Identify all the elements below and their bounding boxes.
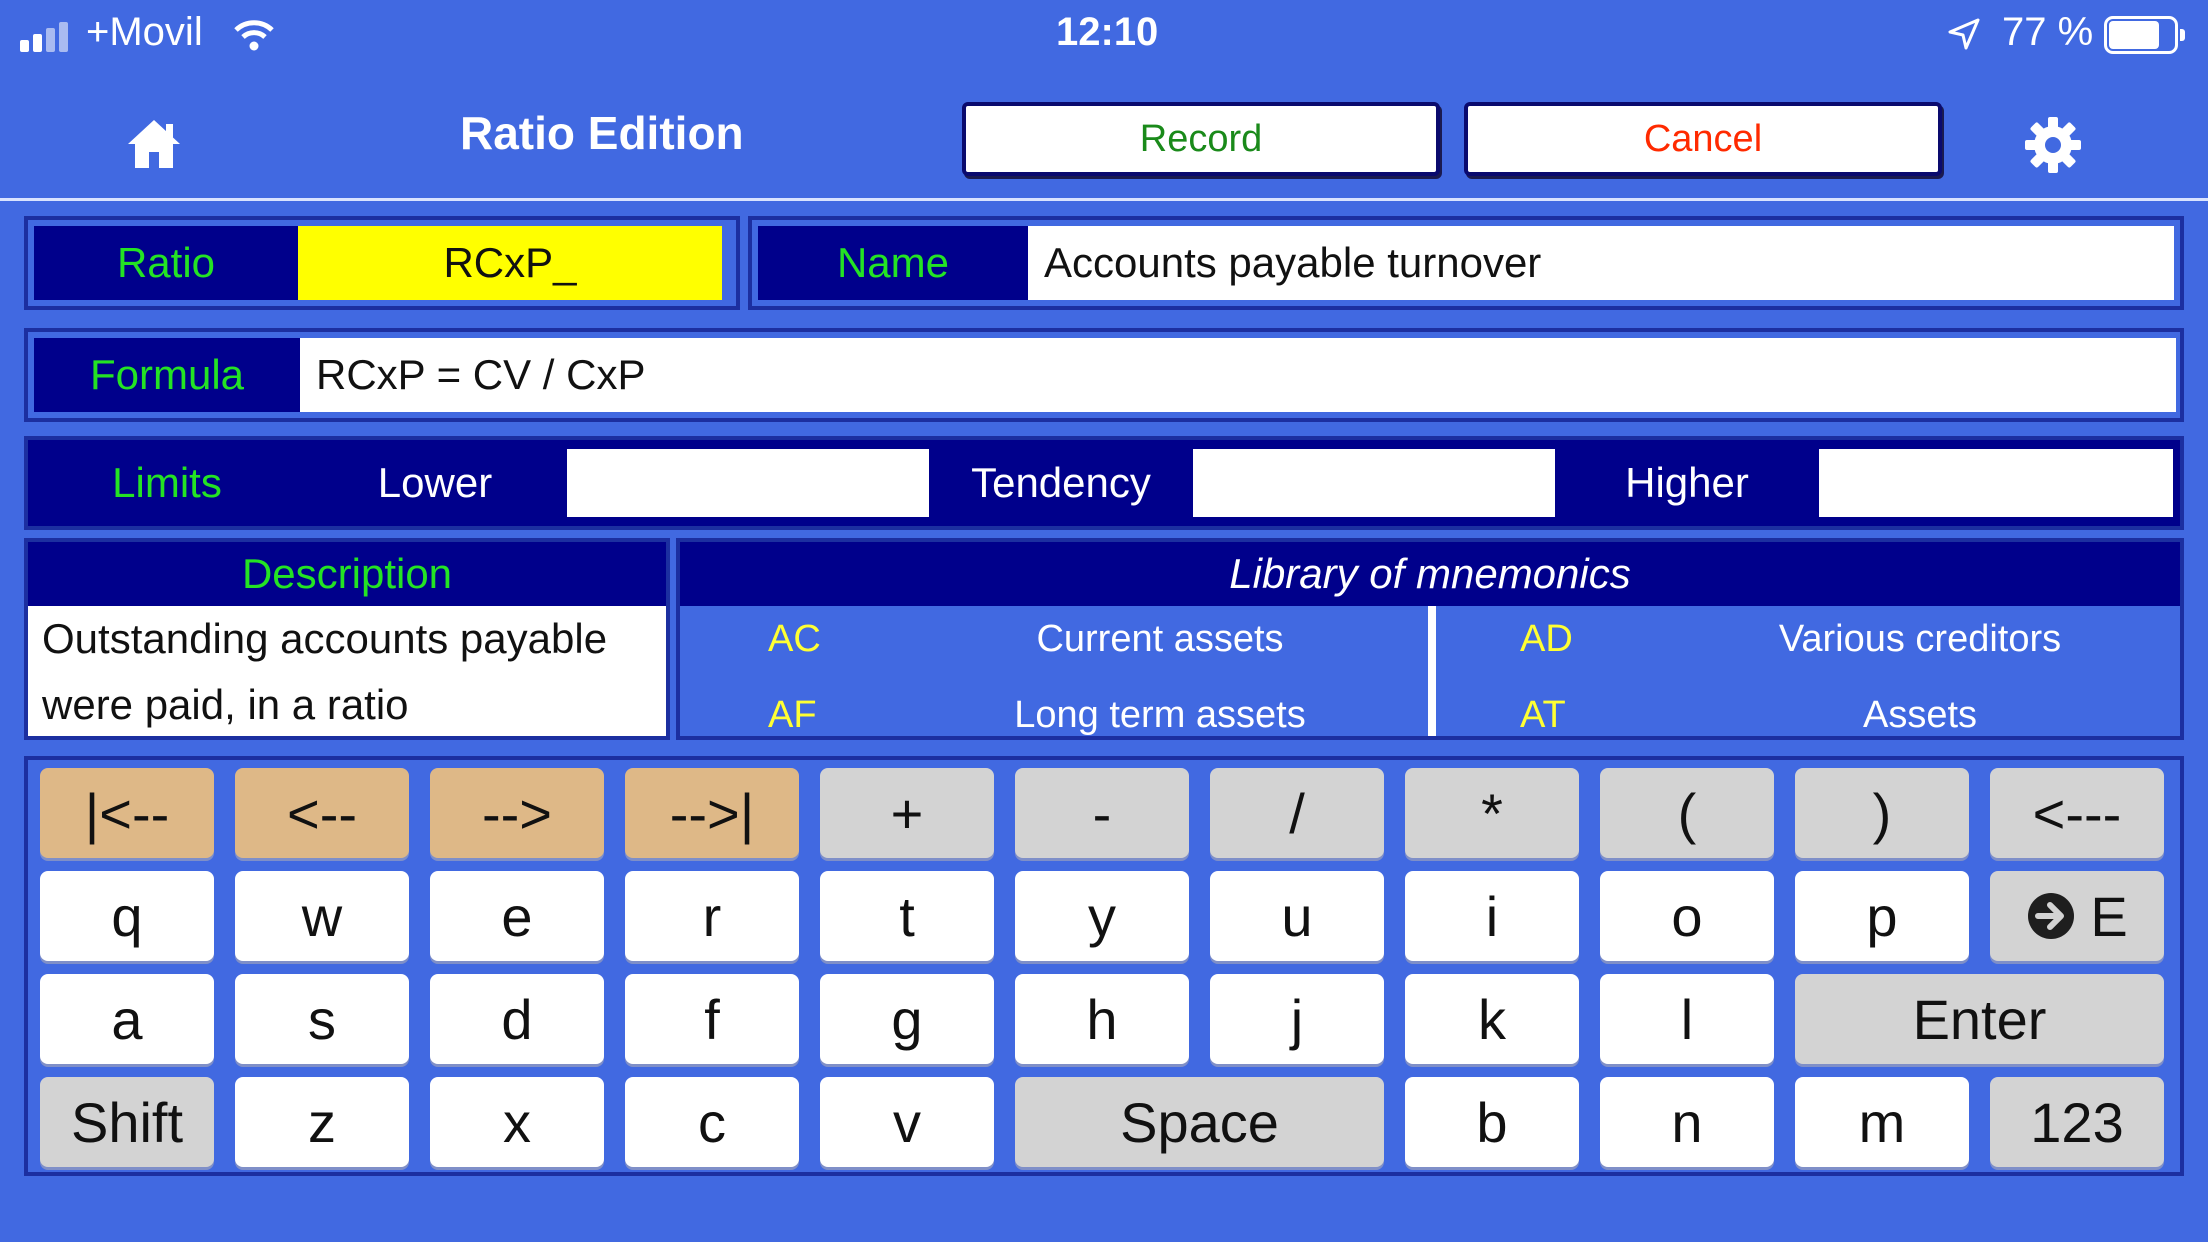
clock: 12:10 (1056, 10, 1159, 54)
key-q[interactable]: q (40, 871, 214, 961)
key-j[interactable]: j (1210, 974, 1384, 1064)
mnemonic-code: AD (1520, 618, 1573, 660)
formula-panel: Formula RCxP = CV / CxP (24, 328, 2184, 422)
key-f[interactable]: f (625, 974, 799, 1064)
description-panel: Description Outstanding accounts payable… (24, 538, 670, 740)
description-label: Description (28, 542, 666, 606)
ratio-field[interactable]: RCxP_ (298, 226, 722, 300)
ratio-panel: Ratio RCxP_ (24, 216, 740, 310)
record-button[interactable]: Record (962, 102, 1440, 176)
cancel-button-label: Cancel (1643, 117, 1763, 160)
key-backspace[interactable]: <--- (1990, 768, 2164, 858)
tendency-field[interactable] (1193, 449, 1555, 517)
formula-field[interactable]: RCxP = CV / CxP (300, 338, 2176, 412)
key-z[interactable]: z (235, 1077, 409, 1167)
home-icon[interactable] (124, 116, 184, 170)
library-column-divider (1428, 606, 1436, 736)
key-x[interactable]: x (430, 1077, 604, 1167)
key-end[interactable]: -->| (625, 768, 799, 858)
key-d[interactable]: d (430, 974, 604, 1064)
limits-panel: Limits Lower Tendency Higher (24, 436, 2184, 530)
location-arrow-icon (1948, 18, 1980, 50)
key-multiply[interactable]: * (1405, 768, 1579, 858)
key-k[interactable]: k (1405, 974, 1579, 1064)
mnemonic-desc: Various creditors (1778, 618, 2062, 660)
mnemonic-desc: Long term assets (1014, 694, 1306, 736)
key-g[interactable]: g (820, 974, 994, 1064)
gear-icon[interactable] (2024, 116, 2082, 174)
lower-field[interactable] (567, 449, 929, 517)
key-v[interactable]: v (820, 1077, 994, 1167)
mnemonics-library: Library of mnemonics AC Current assets A… (676, 538, 2184, 740)
custom-keyboard: |<-- <-- --> -->| + - / * ( ) <--- q w e… (24, 756, 2184, 1176)
key-numbers[interactable]: 123 (1990, 1077, 2164, 1167)
mnemonic-desc: Assets (1862, 694, 1978, 736)
key-u[interactable]: u (1210, 871, 1384, 961)
key-open-paren[interactable]: ( (1600, 768, 1774, 858)
key-right[interactable]: --> (430, 768, 604, 858)
formula-label: Formula (34, 338, 300, 412)
carrier-label: +Movil (86, 10, 203, 54)
key-e-label: E (2090, 884, 2128, 948)
key-enter-e[interactable]: E (1990, 871, 2164, 961)
arrow-circle-right-icon (2028, 893, 2075, 939)
key-p[interactable]: p (1795, 871, 1969, 961)
key-h[interactable]: h (1015, 974, 1189, 1064)
key-close-paren[interactable]: ) (1795, 768, 1969, 858)
name-label: Name (758, 226, 1028, 300)
battery-percent: 77 % (2002, 10, 2094, 54)
key-left[interactable]: <-- (235, 768, 409, 858)
key-shift[interactable]: Shift (40, 1077, 214, 1167)
key-i[interactable]: i (1405, 871, 1579, 961)
key-y[interactable]: y (1015, 871, 1189, 961)
key-b[interactable]: b (1405, 1077, 1579, 1167)
higher-field[interactable] (1819, 449, 2173, 517)
page-title: Ratio Edition (460, 107, 744, 159)
key-divide[interactable]: / (1210, 768, 1384, 858)
key-s[interactable]: s (235, 974, 409, 1064)
library-title: Library of mnemonics (680, 542, 2180, 606)
higher-label: Higher (1555, 449, 1819, 517)
mnemonic-desc: Current assets (1036, 618, 1284, 660)
header-divider (0, 198, 2208, 201)
key-w[interactable]: w (235, 871, 409, 961)
key-e[interactable]: e (430, 871, 604, 961)
key-minus[interactable]: - (1015, 768, 1189, 858)
battery-icon (2104, 16, 2186, 54)
name-field[interactable]: Accounts payable turnover (1028, 226, 2174, 300)
lower-label: Lower (303, 449, 567, 517)
limits-fields: Lower Tendency Higher (300, 446, 2176, 520)
key-r[interactable]: r (625, 871, 799, 961)
tendency-label: Tendency (929, 449, 1193, 517)
signal-icon (20, 18, 76, 52)
key-enter[interactable]: Enter (1795, 974, 2164, 1064)
ratio-label: Ratio (34, 226, 298, 300)
wifi-icon (234, 20, 274, 51)
key-t[interactable]: t (820, 871, 994, 961)
key-c[interactable]: c (625, 1077, 799, 1167)
key-m[interactable]: m (1795, 1077, 1969, 1167)
key-n[interactable]: n (1600, 1077, 1774, 1167)
key-home[interactable]: |<-- (40, 768, 214, 858)
key-space[interactable]: Space (1015, 1077, 1384, 1167)
limits-label: Limits (34, 446, 300, 520)
record-button-label: Record (1139, 117, 1263, 160)
mnemonic-code: AF (768, 694, 817, 736)
key-plus[interactable]: + (820, 768, 994, 858)
mnemonic-code: AT (1520, 694, 1566, 736)
mnemonic-code: AC (768, 618, 821, 660)
key-l[interactable]: l (1600, 974, 1774, 1064)
key-a[interactable]: a (40, 974, 214, 1064)
cancel-button[interactable]: Cancel (1464, 102, 1942, 176)
name-panel: Name Accounts payable turnover (748, 216, 2184, 310)
key-o[interactable]: o (1600, 871, 1774, 961)
description-field[interactable]: Outstanding accounts payable were paid, … (28, 606, 666, 736)
library-list[interactable]: AC Current assets AD Various creditors A… (680, 606, 2180, 736)
